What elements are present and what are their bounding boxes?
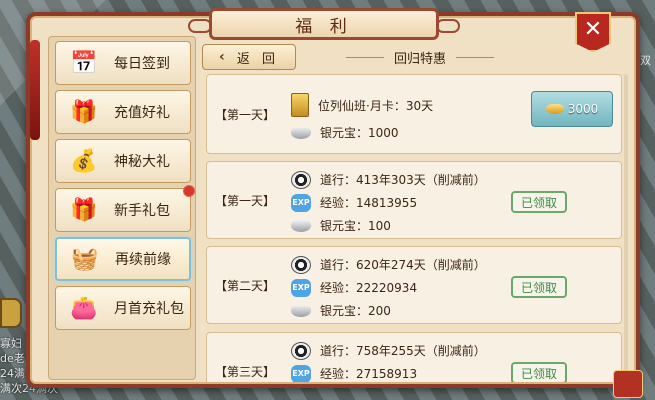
silver-ingot-icon <box>291 219 311 232</box>
back-button[interactable]: ‹ 返 回 <box>202 44 296 70</box>
taiji-icon <box>291 170 311 189</box>
claimed-badge: 已领取 <box>511 362 567 382</box>
reward-item-text: 道行：413年303天（削减前） <box>320 173 486 187</box>
sidebar-item-label: 月首充礼包 <box>114 301 184 317</box>
reward-item-text: 经验：14813955 <box>320 196 418 210</box>
claimed-badge: 已领取 <box>511 191 567 213</box>
silver-ingot-icon <box>291 304 311 317</box>
corner-ornament <box>613 370 643 398</box>
reward-item: 银元宝：200 <box>291 299 486 322</box>
gift-box-icon: 🎁 <box>70 197 98 223</box>
dialog-title: 福 利 <box>295 16 353 37</box>
day-label: 【第一天】 <box>215 107 276 122</box>
claimed-badge: 已领取 <box>511 276 567 298</box>
reward-card: 【第一天】 位列仙班·月卡：30天 银元宝：1000 3000 <box>206 74 622 154</box>
reward-item: 道行：758年255天（削减前） <box>291 339 486 362</box>
chevron-left-icon: ‹ <box>219 49 225 65</box>
close-icon: ✕ <box>583 17 603 42</box>
reward-item-text: 道行：758年255天（削减前） <box>320 344 486 358</box>
exp-icon: EXP <box>291 193 311 212</box>
sidebar-item-label: 新手礼包 <box>114 203 170 219</box>
sidebar-item[interactable]: 🎁 充值好礼 <box>55 90 191 134</box>
reward-item-text: 经验：22220934 <box>320 281 418 295</box>
tassel-decoration <box>30 40 40 140</box>
reward-items: 位列仙班·月卡：30天 银元宝：1000 <box>291 89 433 144</box>
reward-item: 位列仙班·月卡：30天 <box>291 89 433 121</box>
reward-items: 道行：620年274天（削减前） EXP 经验：22220934 银元宝：200 <box>291 253 486 322</box>
sidebar-item-label: 充值好礼 <box>114 105 170 121</box>
sidebar-item[interactable]: 💰 神秘大礼 <box>55 139 191 183</box>
notification-dot <box>183 185 195 197</box>
reward-item: 银元宝：100 <box>291 214 486 237</box>
sidebar-item-label: 再续前缘 <box>115 252 171 268</box>
exp-icon: EXP <box>291 364 311 382</box>
reward-item-text: 道行：620年274天（削减前） <box>320 258 486 272</box>
background-label: 双 <box>640 54 651 67</box>
reward-item: EXP 经验：27158913 <box>291 362 486 382</box>
price-label: 3000 <box>567 102 599 116</box>
reward-card: 【第三天】 道行：758年255天（削减前） EXP 经验：27158913 已领取 <box>206 332 622 382</box>
taiji-icon <box>291 341 311 360</box>
reward-item: 道行：413年303天（削减前） <box>291 168 486 191</box>
reward-card: 【第一天】 道行：413年303天（削减前） EXP 经验：14813955 银元宝：1… <box>206 161 622 239</box>
section-title: 回归特惠 <box>320 46 520 68</box>
chat-avatar[interactable] <box>0 298 22 328</box>
sidebar-item-label: 神秘大礼 <box>114 154 170 170</box>
taiji-icon <box>291 255 311 274</box>
silver-ingot-icon <box>291 126 311 139</box>
sidebar-item-label: 每日签到 <box>114 56 170 72</box>
month-card-icon <box>291 93 309 117</box>
treasure-chest-icon: 🎁 <box>70 99 98 125</box>
reward-item-text: 银元宝：1000 <box>320 126 399 140</box>
reward-item-text: 银元宝：200 <box>320 304 391 318</box>
reward-items: 道行：758年255天（削减前） EXP 经验：27158913 <box>291 339 486 382</box>
sidebar-item[interactable]: 🎁 新手礼包 <box>55 185 195 232</box>
reward-items: 道行：413年303天（削减前） EXP 经验：14813955 银元宝：100 <box>291 168 486 237</box>
reward-item: 道行：620年274天（削减前） <box>291 253 486 276</box>
calendar-30-icon: 📅 <box>70 50 98 76</box>
exp-icon: EXP <box>291 278 311 297</box>
scrollbar[interactable] <box>624 74 628 374</box>
divider <box>456 56 494 58</box>
reward-item: EXP 经验：14813955 <box>291 191 486 214</box>
day-label: 【第二天】 <box>215 278 276 293</box>
reward-item: EXP 经验：22220934 <box>291 276 486 299</box>
welfare-sidebar: 📅 每日签到 🎁 充值好礼 💰 神秘大礼 🎁 新手礼包 🧺 再续前缘 👛 月首充礼包 <box>48 36 196 380</box>
reward-item-text: 位列仙班·月卡：30天 <box>318 98 434 113</box>
sidebar-item[interactable]: 👛 月首充礼包 <box>55 286 191 330</box>
reward-card: 【第二天】 道行：620年274天（削减前） EXP 经验：22220934 银元宝：2… <box>206 246 622 324</box>
sidebar-item[interactable]: 📅 每日签到 <box>55 41 191 85</box>
divider <box>345 56 384 58</box>
reward-item-text: 银元宝：100 <box>320 219 391 233</box>
reward-item: 银元宝：1000 <box>291 121 433 144</box>
day-label: 【第三天】 <box>215 364 276 379</box>
money-bag-icon: 👛 <box>70 295 98 321</box>
gift-basket-icon: 🧺 <box>71 246 99 272</box>
reward-list[interactable]: 【第一天】 位列仙班·月卡：30天 银元宝：1000 3000 【第一天】 道行：413年… <box>204 74 638 382</box>
back-button-label: 返 回 <box>236 51 279 67</box>
gold-ingot-icon <box>545 104 564 114</box>
reward-item-text: 经验：27158913 <box>320 367 418 381</box>
dialog-title-plate: 福 利 <box>188 8 460 40</box>
gold-chest-icon: 💰 <box>70 148 98 174</box>
sidebar-item[interactable]: 🧺 再续前缘 <box>55 237 191 281</box>
section-title-text: 回归特惠 <box>393 51 446 67</box>
buy-button[interactable]: 3000 <box>531 91 613 127</box>
day-label: 【第一天】 <box>215 193 276 208</box>
